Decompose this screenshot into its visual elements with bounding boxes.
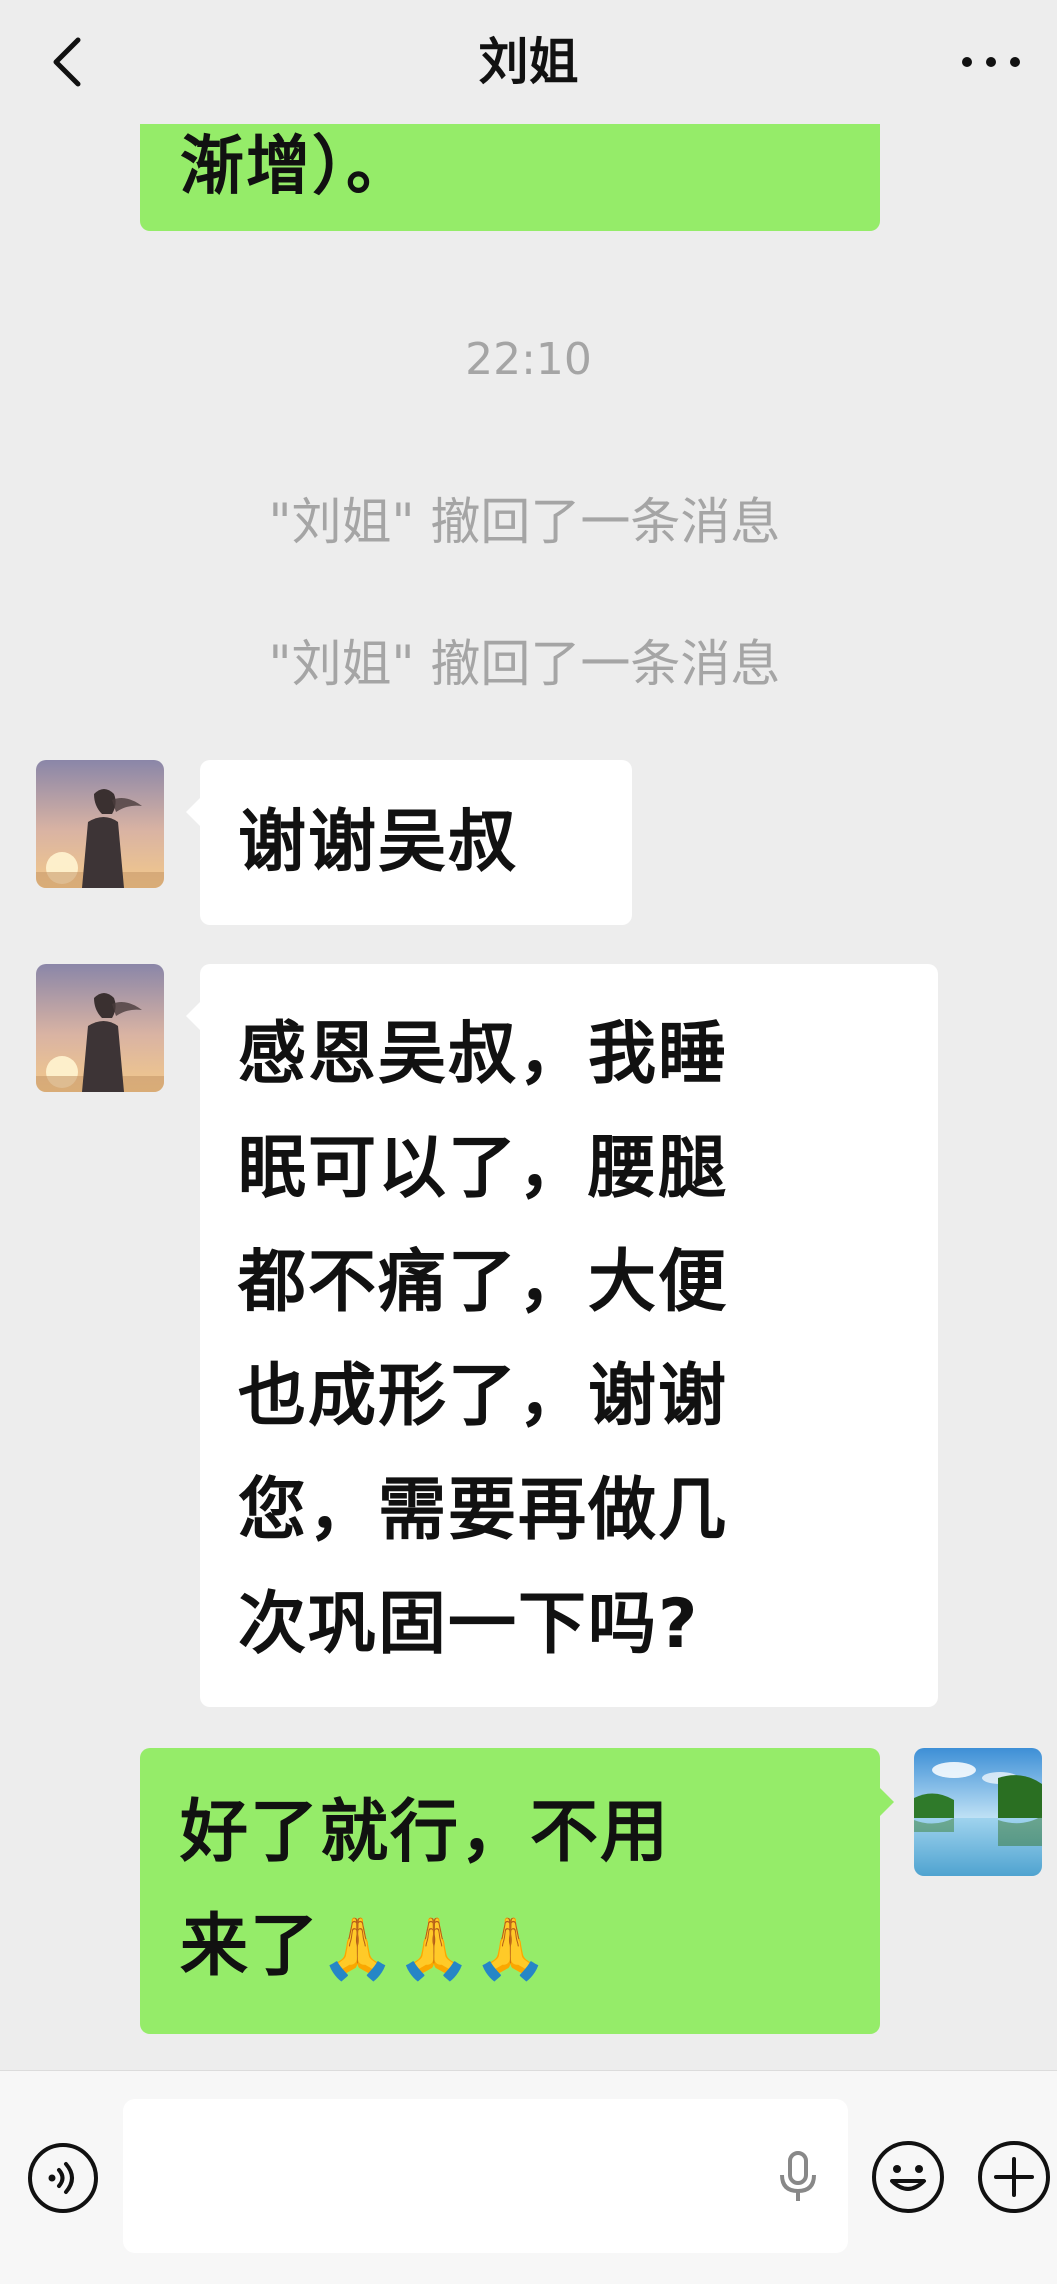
chat-header: 刘姐	[0, 0, 1057, 124]
incoming-message[interactable]: 谢谢吴叔	[186, 760, 632, 925]
plus-button[interactable]	[976, 2139, 1052, 2219]
emoji-icon	[872, 2141, 944, 2213]
message-input[interactable]	[123, 2099, 848, 2253]
more-dots-icon	[962, 57, 1020, 67]
message-line: 也成形了，谢谢	[238, 1357, 729, 1436]
user-avatar[interactable]	[914, 1748, 1042, 1876]
message-line: 感恩吴叔，我睡	[238, 1015, 729, 1094]
message-text: 好了就行，不用 来了🙏🙏🙏	[180, 1776, 670, 2006]
message-line: 您，需要再做几	[238, 1471, 729, 1550]
avatar-lake-landscape-image	[914, 1748, 1042, 1876]
message-list[interactable]: 渐增）。 22:10 "刘姐" 撤回了一条消息 "刘姐" 撤回了一条消息 谢谢吴…	[0, 64, 1057, 2070]
message-line: 次巩固一下吗?	[238, 1585, 700, 1664]
message-text: 感恩吴叔，我睡 眠可以了，腰腿 都不痛了，大便 也成形了，谢谢 您，需要再做几 …	[238, 998, 728, 1682]
voice-toggle-icon	[28, 2143, 98, 2213]
avatar-woman-sunset-image	[36, 760, 164, 888]
voice-toggle-button[interactable]	[26, 2141, 100, 2219]
message-text: 渐增）。	[180, 130, 412, 204]
input-toolbar	[0, 2070, 1057, 2284]
recall-notice: "刘姐" 撤回了一条消息	[268, 493, 781, 551]
contact-avatar[interactable]	[36, 760, 164, 888]
message-line: 好了就行，不用	[180, 1793, 671, 1872]
timestamp: 22:10	[465, 334, 592, 385]
chat-title: 刘姐	[478, 33, 579, 91]
message-line-text: 来了	[180, 1907, 321, 1986]
message-line: 眠可以了，腰腿	[238, 1129, 729, 1208]
microphone-button[interactable]	[776, 2149, 820, 2209]
pray-emoji: 🙏🙏🙏	[320, 1914, 551, 1984]
plus-icon	[978, 2141, 1050, 2213]
message-line: 来了🙏🙏🙏	[180, 1890, 670, 2006]
more-button[interactable]	[951, 34, 1031, 90]
message-text: 谢谢吴叔	[238, 803, 519, 882]
recall-notice: "刘姐" 撤回了一条消息	[268, 635, 781, 693]
incoming-message[interactable]: 感恩吴叔，我睡 眠可以了，腰腿 都不痛了，大便 也成形了，谢谢 您，需要再做几 …	[186, 964, 938, 1707]
contact-avatar[interactable]	[36, 964, 164, 1092]
outgoing-message[interactable]: 好了就行，不用 来了🙏🙏🙏	[140, 1748, 894, 2034]
message-line: 都不痛了，大便	[238, 1243, 729, 1322]
avatar-woman-sunset-image	[36, 964, 164, 1092]
emoji-button[interactable]	[870, 2139, 946, 2219]
microphone-icon	[780, 2151, 816, 2201]
